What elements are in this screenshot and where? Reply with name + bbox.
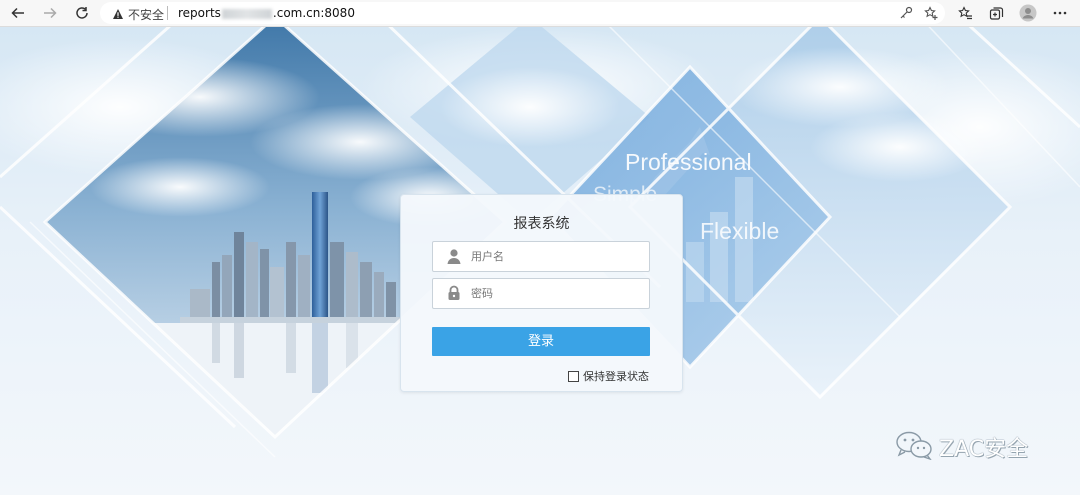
warning-icon xyxy=(112,5,124,24)
favorites-icon[interactable] xyxy=(955,3,975,23)
user-icon xyxy=(446,248,462,264)
watermark-text: ZAC安全 xyxy=(939,437,1029,462)
remember-checkbox[interactable] xyxy=(568,370,579,382)
lock-icon xyxy=(446,285,462,301)
hero-word-flexible: Flexible xyxy=(700,218,779,244)
collections-icon[interactable] xyxy=(986,3,1006,23)
login-panel: 报表系统 登录 保持登录状态 xyxy=(400,194,683,392)
key-icon[interactable] xyxy=(898,5,914,21)
password-field[interactable] xyxy=(432,278,650,309)
address-separator xyxy=(167,6,168,20)
password-input[interactable] xyxy=(471,284,641,302)
insecure-label[interactable]: 不安全 xyxy=(128,6,164,23)
favorite-add-icon[interactable] xyxy=(923,5,939,21)
profile-avatar-icon[interactable] xyxy=(1018,3,1038,23)
watermark: ZAC安全 xyxy=(895,430,1028,464)
login-page: Professional Simple Flexible 报表系统 登录 保持登… xyxy=(0,27,1080,495)
reload-icon[interactable] xyxy=(72,3,92,23)
redacted-host xyxy=(221,8,272,19)
forward-icon[interactable] xyxy=(40,3,60,23)
url-text[interactable]: reports .com.cn:8080 xyxy=(178,6,355,20)
username-input[interactable] xyxy=(471,247,641,265)
browser-toolbar: 不安全 reports .com.cn:8080 xyxy=(0,0,1080,27)
address-bar[interactable]: 不安全 reports .com.cn:8080 xyxy=(100,2,945,24)
wechat-icon xyxy=(895,430,933,464)
remember-me[interactable]: 保持登录状态 xyxy=(568,368,649,384)
hero-word-professional: Professional xyxy=(625,149,752,175)
url-suffix: .com.cn:8080 xyxy=(272,6,355,20)
url-prefix: reports xyxy=(178,6,221,20)
back-icon[interactable] xyxy=(8,3,28,23)
more-menu-icon[interactable] xyxy=(1050,3,1070,23)
login-button[interactable]: 登录 xyxy=(432,327,650,356)
login-title: 报表系统 xyxy=(513,216,570,232)
remember-label: 保持登录状态 xyxy=(583,370,649,383)
username-field[interactable] xyxy=(432,241,650,272)
